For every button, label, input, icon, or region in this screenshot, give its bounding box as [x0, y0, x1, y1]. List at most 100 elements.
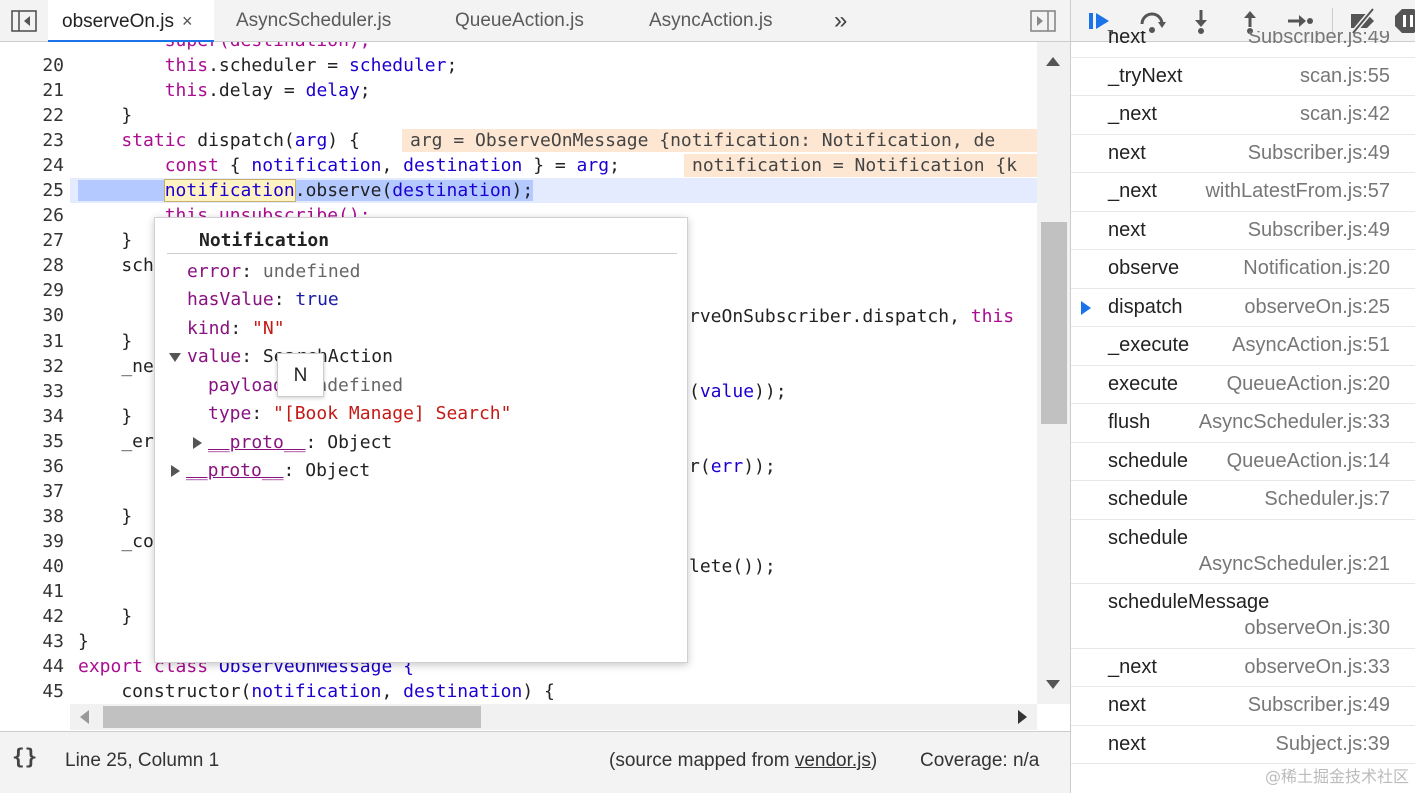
line-number[interactable]: 21 — [0, 78, 70, 103]
line-number[interactable]: 31 — [0, 329, 70, 354]
collapse-triangle-icon[interactable] — [193, 437, 202, 449]
frame-function-name: dispatch — [1108, 295, 1183, 318]
call-frame[interactable]: _tryNext scan.js:55 — [1071, 58, 1415, 96]
scroll-left-arrow-icon[interactable] — [80, 710, 89, 724]
line-number[interactable]: 37 — [0, 479, 70, 504]
inline-value-arg: arg = ObserveOnMessage {notification: No… — [402, 129, 1037, 153]
tab-queueaction[interactable]: QueueAction.js — [455, 0, 584, 42]
tab-asyncaction[interactable]: AsyncAction.js — [649, 0, 773, 42]
inline-value-notification: notification = Notification {k — [684, 154, 1037, 178]
tab-label: AsyncAction.js — [649, 10, 773, 31]
frame-location: Scheduler.js:7 — [1264, 488, 1390, 510]
hovered-variable[interactable]: notification — [163, 179, 296, 203]
line-number[interactable]: 32 — [0, 354, 70, 379]
frame-function-name: _execute — [1108, 334, 1190, 356]
line-number[interactable]: 40 — [0, 554, 70, 579]
call-frame[interactable]: schedule AsyncScheduler.js:21 — [1071, 520, 1415, 584]
frame-location: AsyncScheduler.js:33 — [1198, 411, 1390, 433]
call-frame[interactable]: scheduleMessage observeOn.js:30 — [1071, 584, 1415, 649]
collapse-triangle-icon[interactable] — [171, 465, 180, 477]
property-kind[interactable]: kind: "N" — [187, 318, 285, 339]
horizontal-scrollbar[interactable] — [70, 704, 1037, 730]
line-number[interactable]: 35 — [0, 429, 70, 454]
property-type[interactable]: type: "[Book Manage] Search" — [208, 403, 511, 424]
line-number[interactable]: 28 — [0, 253, 70, 278]
line-number-gutter[interactable]: 20 21 22 23 24 25 26 27 28 29 30 31 32 33 34 35 36 37 38 39… — [0, 42, 70, 704]
line-number[interactable]: 38 — [0, 504, 70, 529]
line-number[interactable]: 23 — [0, 128, 70, 153]
line-number[interactable]: 45 — [0, 679, 70, 704]
call-frame[interactable]: _next observeOn.js:33 — [1071, 649, 1415, 687]
frame-function-name: scheduleMessage — [1108, 591, 1270, 613]
line-number[interactable]: 42 — [0, 604, 70, 629]
frame-function-name: _tryNext — [1108, 64, 1183, 87]
close-tab-icon[interactable]: × — [182, 11, 193, 31]
scroll-down-arrow-icon[interactable] — [1046, 680, 1060, 689]
popover-divider — [167, 253, 677, 254]
property-proto-inner[interactable]: __proto__: Object — [193, 432, 392, 453]
line-number[interactable]: 29 — [0, 278, 70, 303]
code-line: static dispatch(arg) {arg = ObserveOnMes… — [70, 128, 1037, 153]
call-frame[interactable]: next Subscriber.js:49 — [1071, 31, 1415, 58]
call-frame[interactable]: _next scan.js:42 — [1071, 96, 1415, 135]
horizontal-scroll-thumb[interactable] — [103, 706, 481, 728]
line-number[interactable]: 20 — [0, 53, 70, 78]
pretty-print-button[interactable]: {} — [12, 745, 37, 769]
toggle-navigator-icon[interactable] — [10, 9, 38, 33]
line-number[interactable]: 33 — [0, 379, 70, 404]
call-stack-list[interactable]: next Subscriber.js:49 _tryNext scan.js:55 _n… — [1071, 31, 1415, 783]
call-frame[interactable]: _execute AsyncAction.js:51 — [1071, 327, 1415, 366]
line-number[interactable]: 24 — [0, 153, 70, 178]
frame-function-name: next — [1108, 218, 1146, 241]
call-frame[interactable]: schedule QueueAction.js:14 — [1071, 443, 1415, 481]
call-frame-current[interactable]: dispatch observeOn.js:25 — [1071, 289, 1415, 327]
toggle-debugger-sidebar-icon[interactable] — [1029, 9, 1057, 33]
tab-observeon[interactable]: observeOn.js × — [48, 0, 214, 42]
property-hasvalue[interactable]: hasValue: true — [187, 289, 339, 310]
line-number[interactable]: 27 — [0, 228, 70, 253]
code-line: const { notification, destination } = ar… — [70, 153, 1037, 178]
tab-label: observeOn.js — [62, 11, 174, 32]
line-number[interactable]: 30 — [0, 303, 70, 328]
vertical-scrollbar[interactable] — [1037, 42, 1070, 704]
call-frame[interactable]: observe Notification.js:20 — [1071, 250, 1415, 289]
frame-function-name: _next — [1108, 655, 1157, 678]
frame-location: QueueAction.js:20 — [1226, 372, 1390, 395]
call-frame[interactable]: next Subscriber.js:49 — [1071, 212, 1415, 250]
property-proto[interactable]: __proto__: Object — [171, 460, 370, 481]
line-number[interactable]: 36 — [0, 454, 70, 479]
line-number[interactable]: 44 — [0, 654, 70, 679]
expand-triangle-icon[interactable] — [169, 352, 181, 362]
line-number[interactable]: 25 — [0, 178, 70, 203]
more-tabs-icon[interactable]: » — [834, 0, 847, 42]
code-line: constructor(notification, destination) { — [78, 681, 555, 703]
code-line: } — [78, 105, 133, 127]
call-frame[interactable]: _next withLatestFrom.js:57 — [1071, 173, 1415, 212]
line-number[interactable]: 39 — [0, 529, 70, 554]
call-frame[interactable]: flush AsyncScheduler.js:33 — [1071, 404, 1415, 443]
debugger-sidebar: next Subscriber.js:49 _tryNext scan.js:55 _n… — [1070, 0, 1415, 793]
call-frame[interactable]: next Subject.js:39 — [1071, 726, 1415, 764]
frame-location: Subject.js:39 — [1275, 732, 1390, 755]
call-frame[interactable]: execute QueueAction.js:20 — [1071, 366, 1415, 404]
scroll-up-arrow-icon[interactable] — [1046, 57, 1060, 66]
property-error[interactable]: error: undefined — [187, 261, 360, 282]
variable-inspect-popover[interactable]: Notification error: undefined hasValue: … — [154, 217, 688, 663]
scroll-right-arrow-icon[interactable] — [1018, 710, 1027, 724]
vertical-scroll-thumb[interactable] — [1041, 222, 1067, 424]
call-frame[interactable]: next Subscriber.js:49 — [1071, 135, 1415, 173]
value-tooltip: N — [277, 353, 324, 397]
current-execution-line: notification.observe(destination); — [70, 178, 1037, 204]
call-frame[interactable]: schedule Scheduler.js:7 — [1071, 481, 1415, 520]
line-number[interactable]: 22 — [0, 103, 70, 128]
frame-location: observeOn.js:25 — [1244, 295, 1390, 318]
line-number[interactable]: 34 — [0, 404, 70, 429]
frame-location: Notification.js:20 — [1243, 257, 1390, 279]
line-number[interactable]: 43 — [0, 629, 70, 654]
tab-asyncscheduler[interactable]: AsyncScheduler.js — [236, 0, 391, 42]
line-number[interactable]: 41 — [0, 579, 70, 604]
line-number[interactable]: 26 — [0, 203, 70, 228]
call-frame[interactable]: next Subscriber.js:49 — [1071, 687, 1415, 726]
frame-function-name: _next — [1108, 103, 1157, 125]
vendor-js-link[interactable]: vendor.js — [795, 750, 871, 771]
